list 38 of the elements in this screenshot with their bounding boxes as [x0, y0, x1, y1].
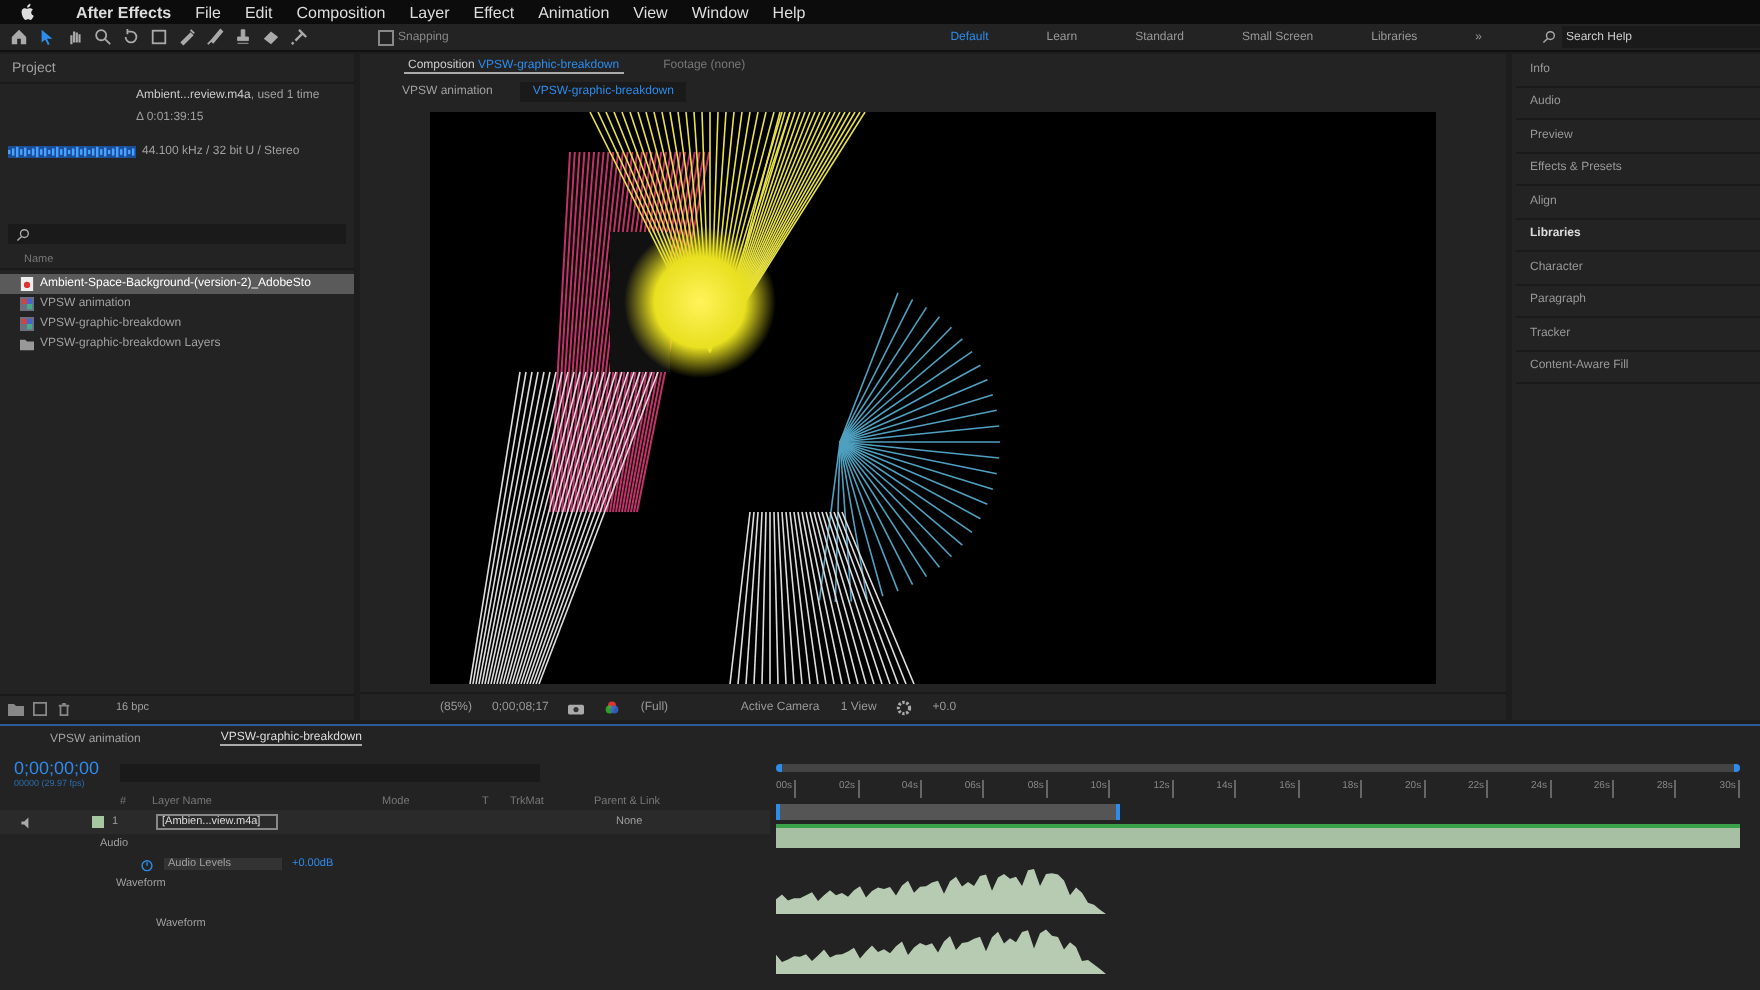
audio-thumbnail-waveform — [8, 146, 136, 158]
menu-item[interactable]: Composition — [296, 3, 386, 21]
menu-item[interactable]: Layer — [409, 3, 450, 21]
menu-item[interactable]: View — [633, 3, 668, 21]
stopwatch-icon[interactable] — [140, 857, 154, 871]
project-search-field[interactable] — [8, 224, 346, 244]
label-color-swatch[interactable] — [92, 816, 104, 828]
zoom-icon[interactable] — [94, 28, 112, 46]
stamp-icon[interactable] — [234, 28, 252, 46]
app-name[interactable]: After Effects — [76, 3, 172, 21]
pen-icon[interactable] — [178, 28, 196, 46]
folder-icon[interactable] — [8, 701, 24, 715]
pointer-icon[interactable] — [38, 28, 56, 46]
rotate-icon[interactable] — [122, 28, 140, 46]
speaker-icon[interactable] — [20, 815, 34, 829]
menu-item[interactable]: File — [195, 3, 221, 21]
composition-icon — [20, 316, 34, 332]
menu-item[interactable]: Animation — [538, 3, 610, 21]
home-icon[interactable] — [10, 28, 28, 46]
menu-item[interactable]: Help — [772, 3, 806, 21]
search-icon — [16, 227, 30, 241]
trash-icon[interactable] — [56, 701, 72, 715]
composition-icon — [20, 296, 34, 312]
eraser-icon[interactable] — [262, 28, 280, 46]
current-time-display[interactable]: 0;00;00;00 — [14, 757, 100, 777]
menu-item[interactable]: Edit — [244, 3, 273, 21]
gear-icon[interactable] — [896, 699, 913, 715]
brush-icon[interactable] — [206, 28, 224, 46]
folder-icon — [20, 336, 34, 352]
audio-file-icon — [20, 276, 34, 292]
apple-logo-icon[interactable] — [20, 2, 36, 22]
color-channels-icon[interactable] — [604, 699, 621, 715]
menu-item[interactable]: Effect — [473, 3, 515, 21]
rectangle-icon[interactable] — [150, 28, 168, 46]
search-icon — [1542, 30, 1556, 44]
camera-icon[interactable] — [568, 699, 585, 715]
menu-item[interactable]: Window — [691, 3, 749, 21]
composition-icon[interactable] — [32, 701, 48, 715]
